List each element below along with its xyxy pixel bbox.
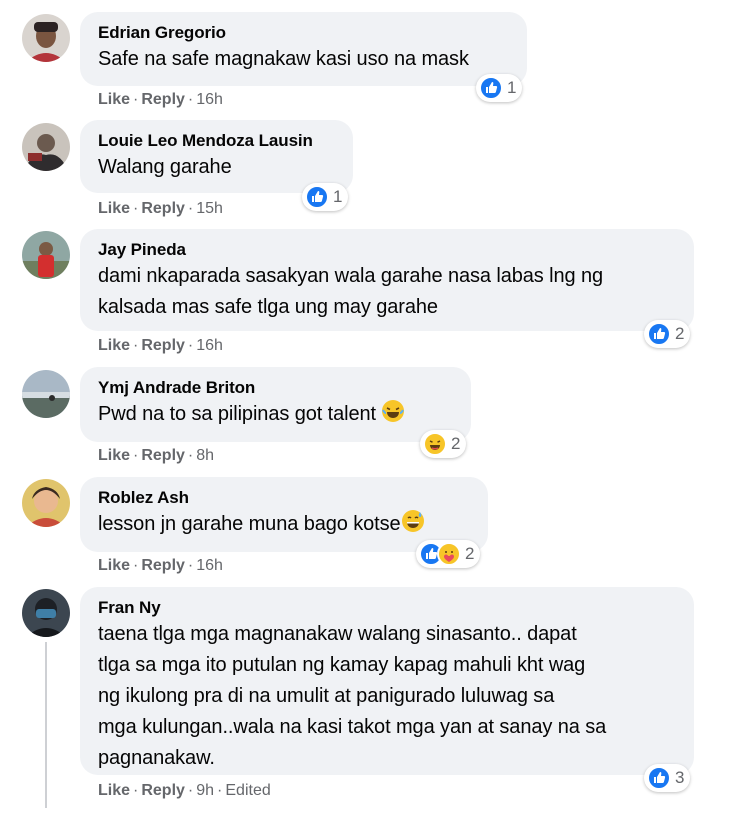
timestamp[interactable]: 15h <box>196 200 223 217</box>
reaction-summary[interactable]: 2 <box>644 320 691 348</box>
comment-meta: Like · Reply · 16h <box>98 557 223 574</box>
comment-text: Pwd na to sa pilipinas got talent <box>98 399 453 430</box>
comment-author[interactable]: Jay Pineda <box>98 239 676 261</box>
reaction-count: 3 <box>675 768 685 787</box>
edited-label: Edited <box>225 782 271 799</box>
avatar[interactable] <box>22 123 70 171</box>
reply-link[interactable]: Reply <box>141 782 185 799</box>
reaction-count: 2 <box>451 434 461 453</box>
comment-bubble: Ymj Andrade Briton Pwd na to sa pilipina… <box>80 367 471 442</box>
reaction-summary[interactable]: 3 <box>644 764 691 792</box>
avatar[interactable] <box>22 14 70 62</box>
comment-text: lesson jn garahe muna bago kotse <box>98 509 470 540</box>
comment-text: dami nkaparada sasakyan wala garahe nasa… <box>98 265 604 287</box>
comment-text: mga kulungan..wala na kasi takot mga yan… <box>98 716 607 738</box>
avatar[interactable] <box>22 589 70 637</box>
comment-bubble: Jay Pineda dami nkaparada sasakyan wala … <box>80 229 694 331</box>
reply-link[interactable]: Reply <box>141 200 185 217</box>
timestamp[interactable]: 16h <box>196 91 223 108</box>
comment-text: kalsada mas safe tlga ung may garahe <box>98 296 438 318</box>
avatar[interactable] <box>22 231 70 279</box>
comment-text: Walang garahe <box>98 156 232 178</box>
comment-author[interactable]: Roblez Ash <box>98 487 470 509</box>
timestamp[interactable]: 16h <box>196 337 223 354</box>
comment-meta: Like · Reply · 8h <box>98 447 215 464</box>
thread-line <box>45 642 47 808</box>
avatar[interactable] <box>22 370 70 418</box>
avatar[interactable] <box>22 479 70 527</box>
comment-text: ng ikulong pra di na umulit at panigurad… <box>98 685 555 707</box>
comment-meta: Like · Reply · 15h <box>98 200 223 217</box>
like-link[interactable]: Like <box>98 557 130 574</box>
like-icon <box>479 76 503 100</box>
comment-text: pagnanakaw. <box>98 747 215 769</box>
laughing-emoji-icon <box>382 400 405 422</box>
comment-text: Safe na safe magnakaw kasi uso na mask <box>98 48 469 70</box>
reaction-count: 2 <box>675 324 685 343</box>
reaction-summary[interactable]: 2 <box>416 540 481 568</box>
like-icon <box>305 185 329 209</box>
like-link[interactable]: Like <box>98 91 130 108</box>
reaction-count: 1 <box>333 187 343 206</box>
like-link[interactable]: Like <box>98 782 130 799</box>
like-link[interactable]: Like <box>98 447 130 464</box>
comment-author[interactable]: Fran Ny <box>98 597 676 619</box>
like-icon <box>647 322 671 346</box>
comment-author[interactable]: Louie Leo Mendoza Lausin <box>98 130 335 152</box>
comment-meta: Like · Reply · 9h · Edited <box>98 782 271 799</box>
timestamp[interactable]: 9h <box>196 782 214 799</box>
like-link[interactable]: Like <box>98 200 130 217</box>
comment-meta: Like · Reply · 16h <box>98 337 223 354</box>
reaction-summary[interactable]: 1 <box>476 74 523 102</box>
grinning-sweat-emoji-icon <box>401 510 424 532</box>
reaction-summary[interactable]: 1 <box>302 183 349 211</box>
comment-author[interactable]: Edrian Gregorio <box>98 22 509 44</box>
reply-link[interactable]: Reply <box>141 557 185 574</box>
comment-bubble: Edrian Gregorio Safe na safe magnakaw ka… <box>80 12 527 86</box>
comment-meta: Like · Reply · 16h <box>98 91 223 108</box>
reaction-count: 1 <box>507 78 517 97</box>
timestamp[interactable]: 8h <box>196 447 214 464</box>
comment-bubble: Louie Leo Mendoza Lausin Walang garahe <box>80 120 353 193</box>
care-icon <box>437 542 461 566</box>
reply-link[interactable]: Reply <box>141 91 185 108</box>
like-link[interactable]: Like <box>98 337 130 354</box>
reply-link[interactable]: Reply <box>141 447 185 464</box>
comment-bubble: Fran Ny taena tlga mga magnanakaw walang… <box>80 587 694 775</box>
like-icon <box>647 766 671 790</box>
reaction-count: 2 <box>465 544 475 563</box>
timestamp[interactable]: 16h <box>196 557 223 574</box>
comment-text: taena tlga mga magnanakaw walang sinasan… <box>98 623 577 645</box>
reply-link[interactable]: Reply <box>141 337 185 354</box>
haha-icon <box>423 432 447 456</box>
reaction-summary[interactable]: 2 <box>420 430 467 458</box>
comment-text: tlga sa mga ito putulan ng kamay kapag m… <box>98 654 586 676</box>
comment-author[interactable]: Ymj Andrade Briton <box>98 377 453 399</box>
